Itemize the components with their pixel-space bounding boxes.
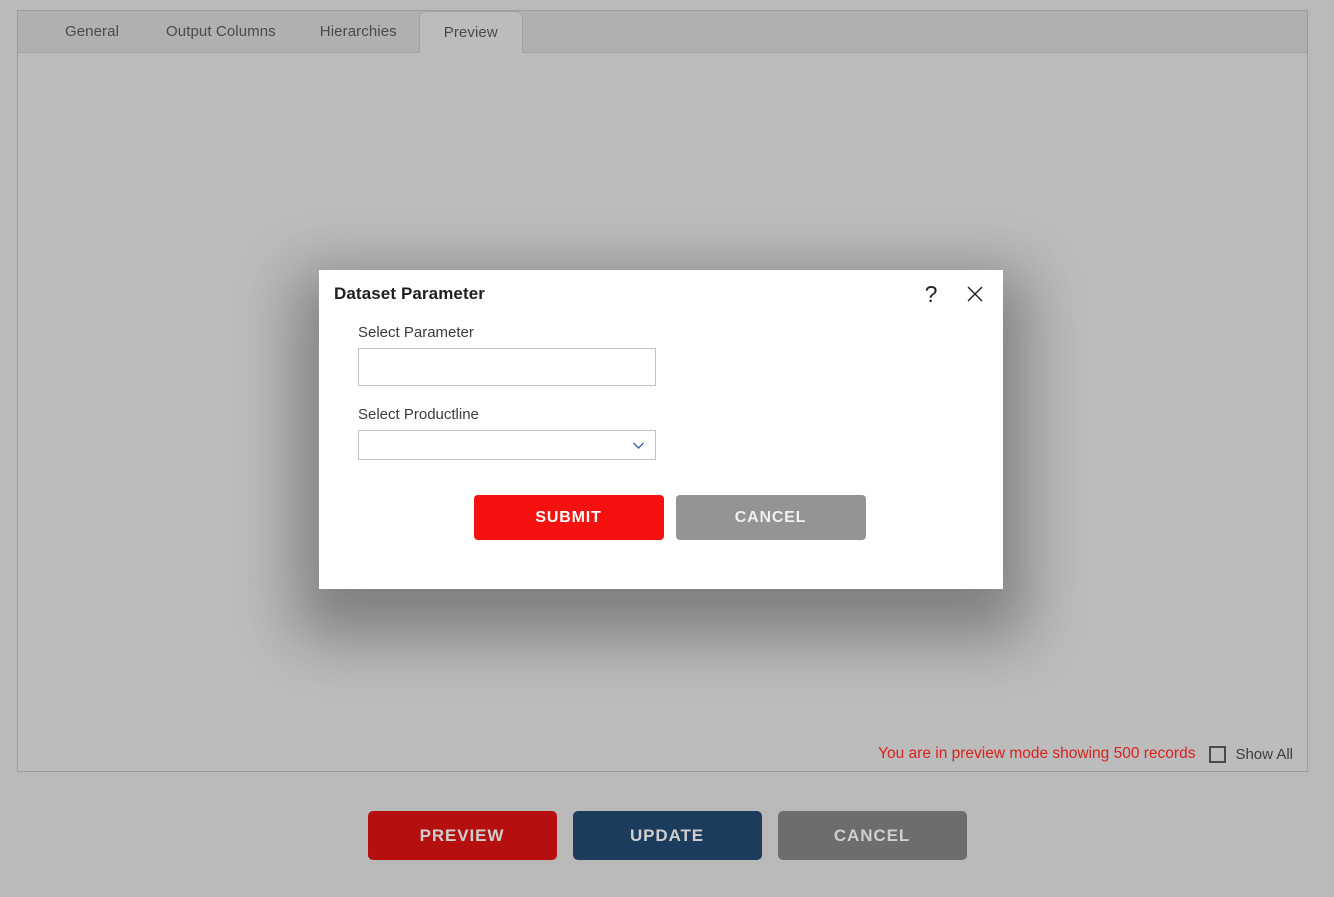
dialog-action-bar: SUBMIT CANCEL [358, 495, 981, 540]
dialog-body: Select Parameter Select Productline SUBM… [319, 318, 1003, 540]
tab-preview-label: Preview [443, 23, 498, 41]
select-parameter-label: Select Parameter [358, 324, 474, 341]
dataset-parameter-dialog: Dataset Parameter ? Select Parameter Sel… [319, 270, 1003, 589]
tab-hierarchies-label: Hierarchies [319, 23, 397, 40]
tab-output-columns-label: Output Columns [166, 23, 276, 40]
app-root: General Output Columns Hierarchies Previ… [0, 0, 1334, 897]
select-productline-input[interactable] [358, 430, 656, 460]
select-productline-wrapper [358, 430, 656, 460]
dialog-header-icons: ? [920, 282, 986, 306]
preview-status-row: You are in preview mode showing 500 reco… [878, 745, 1293, 763]
tab-general-label: General [64, 23, 120, 40]
submit-button[interactable]: SUBMIT [473, 495, 664, 540]
show-all-checkbox-box[interactable] [1209, 745, 1227, 763]
preview-button[interactable]: PREVIEW [367, 811, 557, 860]
dialog-title: Dataset Parameter [334, 284, 486, 303]
help-glyph: ? [924, 280, 938, 307]
tab-general[interactable]: General [40, 11, 144, 52]
help-question-icon[interactable]: ? [920, 282, 942, 306]
dialog-header: Dataset Parameter ? [319, 270, 1003, 318]
cancel-button[interactable]: CANCEL [777, 811, 967, 860]
show-all-checkbox[interactable]: Show All [1209, 745, 1293, 763]
preview-mode-message: You are in preview mode showing 500 reco… [878, 745, 1196, 762]
dialog-cancel-button[interactable]: CANCEL [675, 495, 866, 540]
footer-action-bar: PREVIEW UPDATE CANCEL [0, 811, 1334, 860]
close-x-icon[interactable] [964, 282, 986, 306]
select-parameter-input[interactable] [358, 348, 656, 386]
tab-output-columns[interactable]: Output Columns [144, 11, 298, 52]
select-productline-label: Select Productline [358, 406, 479, 423]
tab-hierarchies[interactable]: Hierarchies [298, 11, 419, 52]
tab-preview[interactable]: Preview [418, 11, 523, 53]
tab-bar: General Output Columns Hierarchies Previ… [18, 11, 1307, 53]
show-all-label: Show All [1235, 745, 1293, 763]
update-button[interactable]: UPDATE [572, 811, 762, 860]
